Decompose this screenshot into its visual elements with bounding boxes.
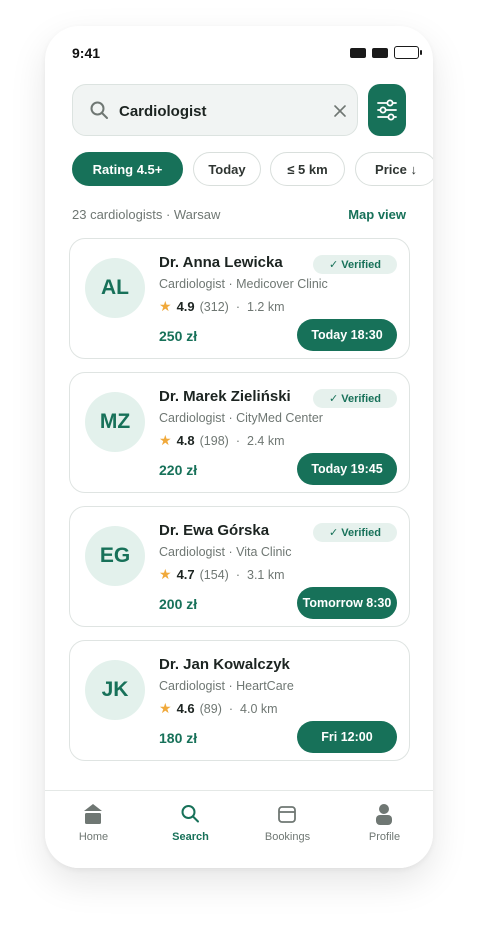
tab-label: Bookings (264, 831, 311, 843)
phone-screen: 9:41 Rating 4.5+ Today ≤ 5 km Price ↓ (45, 26, 433, 868)
book-slot-button[interactable]: Fri 12:00 (297, 721, 397, 753)
review-count: (312) (199, 299, 229, 314)
search-bar (72, 84, 358, 136)
doctor-card[interactable]: MZ Dr. Marek Zieliński ✓ Verified Cardio… (69, 372, 410, 493)
avatar: EG (85, 526, 145, 586)
status-time: 9:41 (72, 45, 101, 61)
tab-bar: Home Search Bookings Profile (45, 790, 433, 868)
star-icon: ★ (159, 566, 172, 582)
doctor-name: Dr. Anna Lewicka (159, 254, 283, 271)
review-count: (198) (199, 433, 229, 448)
rating-value: 4.9 (176, 299, 195, 314)
doctor-card[interactable]: JK Dr. Jan Kowalczyk Cardiologist · Hear… (69, 640, 410, 761)
battery-icon (394, 46, 422, 59)
home-icon (84, 804, 102, 824)
distance: 3.1 km (247, 567, 285, 582)
map-view-link[interactable]: Map view (348, 207, 406, 222)
doctor-specialty: Cardiologist · Medicover Clinic (159, 277, 328, 291)
separator: · (235, 299, 240, 314)
rating-row: ★ 4.7 (154) · 3.1 km (159, 566, 285, 583)
tab-bookings[interactable]: Bookings (239, 791, 336, 868)
book-slot-button[interactable]: Today 18:30 (297, 319, 397, 351)
sliders-icon (377, 99, 397, 121)
check-icon: ✓ (329, 259, 339, 271)
filter-chips: Rating 4.5+ Today ≤ 5 km Price ↓ (72, 152, 433, 186)
price: 200 zł (159, 596, 198, 612)
check-icon: ✓ (329, 527, 339, 539)
filters-button[interactable] (368, 84, 406, 136)
book-slot-button[interactable]: Tomorrow 8:30 (297, 587, 397, 619)
tab-label: Search (172, 831, 209, 843)
clear-icon[interactable] (331, 102, 349, 120)
results-summary: 23 cardiologists · Warsaw (72, 207, 221, 222)
calendar-icon (278, 806, 296, 823)
avatar: AL (85, 258, 145, 318)
book-slot-button[interactable]: Today 19:45 (297, 453, 397, 485)
star-icon: ★ (159, 298, 172, 314)
tab-label: Profile (368, 831, 401, 843)
rating-row: ★ 4.6 (89) · 4.0 km (159, 700, 278, 717)
signal-icon (350, 48, 366, 58)
tab-search[interactable]: Search (142, 791, 239, 868)
status-bar: 9:41 (45, 26, 433, 78)
star-icon: ★ (159, 700, 172, 716)
distance: 2.4 km (247, 433, 285, 448)
verified-badge: ✓ Verified (313, 255, 397, 274)
rating-row: ★ 4.9 (312) · 1.2 km (159, 298, 285, 315)
doctor-specialty: Cardiologist · Vita Clinic (159, 545, 292, 559)
verified-badge: ✓ Verified (313, 523, 397, 542)
search-icon (181, 805, 199, 823)
chip-price[interactable]: Price ↓ (355, 152, 433, 186)
chip-today[interactable]: Today (193, 152, 261, 186)
doctor-name: Dr. Marek Zieliński (159, 388, 291, 405)
separator: · (235, 567, 240, 582)
check-icon: ✓ (329, 393, 339, 405)
verified-label: Verified (341, 258, 381, 271)
distance: 4.0 km (240, 701, 278, 716)
search-icon (90, 101, 108, 119)
avatar: MZ (85, 392, 145, 452)
wifi-icon (372, 48, 388, 58)
review-count: (154) (199, 567, 229, 582)
review-count: (89) (199, 701, 222, 716)
separator: · (228, 701, 234, 716)
star-icon: ★ (159, 432, 172, 448)
verified-label: Verified (341, 526, 381, 539)
price: 180 zł (159, 730, 198, 746)
user-icon (376, 804, 392, 825)
rating-value: 4.8 (176, 433, 195, 448)
rating-row: ★ 4.8 (198) · 2.4 km (159, 432, 285, 449)
distance: 1.2 km (247, 299, 285, 314)
tab-home[interactable]: Home (45, 791, 142, 868)
price: 250 zł (159, 328, 198, 344)
tab-label: Home (78, 831, 109, 843)
chip-distance[interactable]: ≤ 5 km (270, 152, 345, 186)
rating-value: 4.7 (176, 567, 195, 582)
doctor-specialty: Cardiologist · CityMed Center (159, 411, 323, 425)
doctor-card[interactable]: EG Dr. Ewa Górska ✓ Verified Cardiologis… (69, 506, 410, 627)
verified-badge: ✓ Verified (313, 389, 397, 408)
rating-value: 4.6 (176, 701, 195, 716)
price: 220 zł (159, 462, 198, 478)
doctor-card[interactable]: AL Dr. Anna Lewicka ✓ Verified Cardiolog… (69, 238, 410, 359)
verified-label: Verified (341, 392, 381, 405)
avatar: JK (85, 660, 145, 720)
search-input[interactable] (119, 99, 319, 123)
doctor-specialty: Cardiologist · HeartCare (159, 679, 294, 693)
chip-rating[interactable]: Rating 4.5+ (72, 152, 183, 186)
doctor-name: Dr. Ewa Górska (159, 522, 270, 539)
tab-profile[interactable]: Profile (336, 791, 433, 868)
doctor-name: Dr. Jan Kowalczyk (159, 656, 290, 673)
separator: · (235, 433, 240, 448)
